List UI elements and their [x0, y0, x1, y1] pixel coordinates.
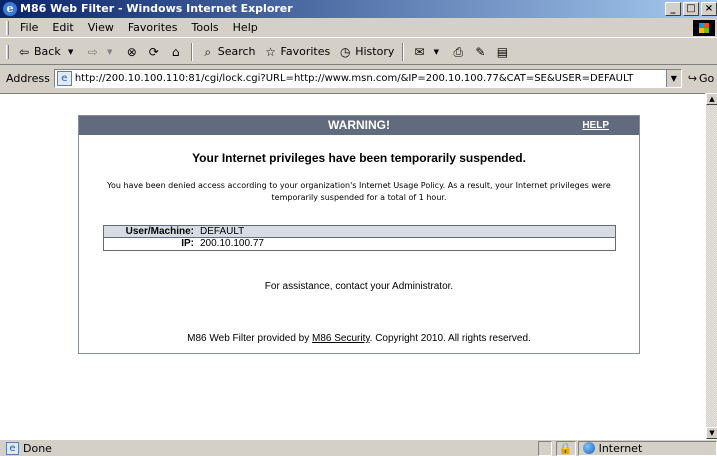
back-arrow-icon: ⇦: [18, 44, 30, 59]
menu-help[interactable]: Help: [226, 19, 265, 37]
window-controls: _ □ ×: [665, 2, 717, 16]
ip-value: 200.10.100.77: [200, 238, 264, 249]
assistance-text: For assistance, contact your Administrat…: [264, 281, 454, 292]
footer-prefix: M86 Web Filter provided by: [187, 333, 313, 344]
back-label: Back: [34, 45, 61, 58]
status-text: Done: [23, 441, 52, 455]
page-status-icon: e: [6, 441, 19, 455]
forward-button[interactable]: ⇨ ▼: [82, 41, 121, 63]
address-url: http://200.10.100.110:81/cgi/lock.cgi?UR…: [74, 72, 634, 84]
stop-icon: ⊗: [126, 44, 137, 59]
ie-logo-icon: e: [3, 2, 17, 16]
page-icon: e: [56, 70, 72, 86]
print-button[interactable]: ⎙: [447, 41, 469, 63]
refresh-icon: ⟳: [148, 44, 159, 59]
menu-bar: File Edit View Favorites Tools Help: [0, 18, 717, 38]
dropdown-arrow-icon: ▼: [107, 47, 113, 56]
warning-panel: WARNING! HELP Your Internet privileges h…: [78, 115, 640, 354]
suspension-headline: Your Internet privileges have been tempo…: [192, 151, 526, 165]
address-dropdown-button[interactable]: ▼: [665, 69, 681, 87]
user-info-table: User/Machine: DEFAULT IP: 200.10.100.77: [103, 225, 616, 251]
history-button[interactable]: ◷ History: [334, 41, 398, 63]
footer-suffix: . Copyright 2010. All rights reserved.: [369, 333, 531, 344]
lock-icon: 🔒: [555, 440, 576, 456]
warning-title: WARNING!: [328, 118, 390, 132]
edit-icon: ✎: [475, 44, 486, 59]
user-machine-label: User/Machine:: [125, 226, 194, 237]
discuss-button[interactable]: ▤: [491, 41, 513, 63]
toolbar-grip[interactable]: [6, 20, 9, 35]
menu-tools[interactable]: Tools: [185, 19, 226, 37]
go-label: Go: [699, 71, 715, 85]
address-bar: Address e http://200.10.100.110:81/cgi/l…: [0, 66, 717, 90]
address-label: Address: [6, 71, 50, 85]
help-link[interactable]: HELP: [582, 116, 609, 135]
table-row: IP: 200.10.100.77: [104, 238, 615, 250]
menu-file[interactable]: File: [13, 19, 45, 37]
scroll-down-button[interactable]: ▼: [706, 427, 717, 439]
address-input[interactable]: e http://200.10.100.110:81/cgi/lock.cgi?…: [53, 68, 682, 88]
edit-button[interactable]: ✎: [469, 41, 491, 63]
title-bar[interactable]: e M86 Web Filter - Windows Internet Expl…: [0, 0, 717, 18]
m86-security-link[interactable]: M86 Security: [312, 333, 370, 344]
status-main: e Done: [0, 441, 538, 455]
mail-icon: ✉: [414, 44, 425, 59]
status-bar: e Done 🔒 Internet: [0, 439, 717, 456]
close-button[interactable]: ×: [701, 2, 717, 16]
minimize-button[interactable]: _: [665, 2, 681, 16]
dropdown-arrow-icon: ▼: [68, 47, 74, 56]
menu-view[interactable]: View: [81, 19, 121, 37]
status-empty-cell: [537, 440, 552, 456]
scroll-up-button[interactable]: ▲: [706, 93, 717, 105]
copyright-footer: M86 Web Filter provided by M86 Security.…: [79, 333, 639, 344]
mail-button[interactable]: ✉ ▼: [408, 41, 447, 63]
table-row: User/Machine: DEFAULT: [104, 226, 615, 238]
menu-edit[interactable]: Edit: [45, 19, 80, 37]
standard-toolbar: ⇦ Back ▼ ⇨ ▼ ⊗ ⟳ ⌂ ⌕ Search ☆ Favorites …: [0, 39, 717, 65]
home-button[interactable]: ⌂: [165, 41, 187, 63]
discuss-icon: ▤: [496, 44, 509, 59]
print-icon: ⎙: [453, 44, 464, 59]
ip-label: IP:: [181, 238, 194, 249]
history-label: History: [355, 45, 395, 58]
toolbar-separator: [402, 42, 405, 61]
page-viewport: WARNING! HELP Your Internet privileges h…: [0, 93, 705, 439]
search-label: Search: [217, 45, 256, 58]
dropdown-arrow-icon: ▼: [433, 47, 440, 56]
go-arrow-icon: ↪: [687, 71, 698, 85]
user-machine-value: DEFAULT: [200, 226, 245, 237]
window-title: M86 Web Filter - Windows Internet Explor…: [20, 2, 293, 15]
toolbar-grip[interactable]: [6, 44, 9, 59]
search-button[interactable]: ⌕ Search: [197, 41, 260, 63]
menu-favorites[interactable]: Favorites: [121, 19, 185, 37]
favorites-icon: ☆: [265, 44, 276, 59]
go-button[interactable]: ↪ Go: [688, 72, 714, 85]
home-icon: ⌂: [171, 44, 180, 59]
toolbar-separator: [190, 42, 193, 61]
maximize-button[interactable]: □: [683, 2, 699, 16]
vertical-scrollbar[interactable]: ▲ ▼: [705, 93, 717, 439]
windows-flag-icon: [693, 20, 715, 36]
search-icon: ⌕: [204, 44, 212, 59]
favorites-label: Favorites: [280, 45, 331, 58]
back-button[interactable]: ⇦ Back ▼: [13, 41, 82, 63]
warning-header: WARNING! HELP: [79, 116, 639, 135]
internet-globe-icon: [582, 442, 595, 454]
security-zone[interactable]: Internet: [577, 440, 717, 456]
zone-label: Internet: [598, 441, 643, 455]
forward-arrow-icon: ⇨: [87, 44, 98, 59]
suspension-description: You have been denied access according to…: [107, 181, 611, 202]
favorites-button[interactable]: ☆ Favorites: [260, 41, 335, 63]
refresh-button[interactable]: ⟳: [143, 41, 165, 63]
history-icon: ◷: [339, 44, 351, 59]
stop-button[interactable]: ⊗: [121, 41, 143, 63]
